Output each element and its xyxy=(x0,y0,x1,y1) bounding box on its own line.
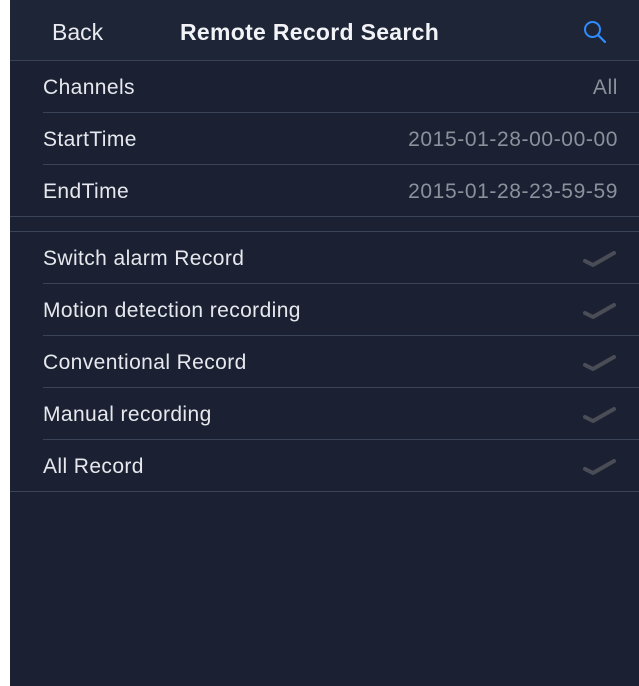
record-type-switch-alarm[interactable]: Switch alarm Record xyxy=(10,232,639,284)
checkmark-icon xyxy=(583,251,616,267)
record-type-label: Motion detection recording xyxy=(43,299,301,322)
start-time-value: 2015-01-28-00-00-00 xyxy=(408,128,618,151)
record-type-label: All Record xyxy=(43,455,144,478)
row-divider xyxy=(10,491,639,492)
end-time-label: EndTime xyxy=(43,180,130,203)
page-title: Remote Record Search xyxy=(180,19,440,45)
record-type-list: Switch alarm Record Motion detection rec… xyxy=(10,232,639,492)
row-divider xyxy=(10,216,639,217)
record-type-motion-detection[interactable]: Motion detection recording xyxy=(10,284,639,336)
search-parameters-list: Channels All StartTime 2015-01-28-00-00-… xyxy=(10,61,639,217)
start-time-label: StartTime xyxy=(43,128,137,151)
channels-label: Channels xyxy=(43,76,135,99)
end-time-row[interactable]: EndTime 2015-01-28-23-59-59 xyxy=(10,165,639,217)
checkmark-icon xyxy=(583,459,616,475)
section-gap xyxy=(10,217,639,232)
channels-row[interactable]: Channels All xyxy=(10,61,639,113)
end-time-value: 2015-01-28-23-59-59 xyxy=(408,180,618,203)
checkmark-icon xyxy=(583,355,616,371)
record-type-label: Switch alarm Record xyxy=(43,247,245,270)
navigation-bar: Back Remote Record Search xyxy=(10,0,639,61)
checkmark-icon xyxy=(583,407,616,423)
record-type-manual[interactable]: Manual recording xyxy=(10,388,639,440)
checkmark-icon xyxy=(583,303,616,319)
back-button[interactable]: Back xyxy=(52,0,103,60)
record-type-all[interactable]: All Record xyxy=(10,440,639,492)
channels-value: All xyxy=(592,76,618,99)
record-type-conventional[interactable]: Conventional Record xyxy=(10,336,639,388)
start-time-row[interactable]: StartTime 2015-01-28-00-00-00 xyxy=(10,113,639,165)
record-type-label: Manual recording xyxy=(43,403,212,426)
remote-record-search-screen: Back Remote Record Search Channels All S… xyxy=(10,0,639,686)
record-type-label: Conventional Record xyxy=(43,351,247,374)
search-icon[interactable] xyxy=(582,19,608,45)
